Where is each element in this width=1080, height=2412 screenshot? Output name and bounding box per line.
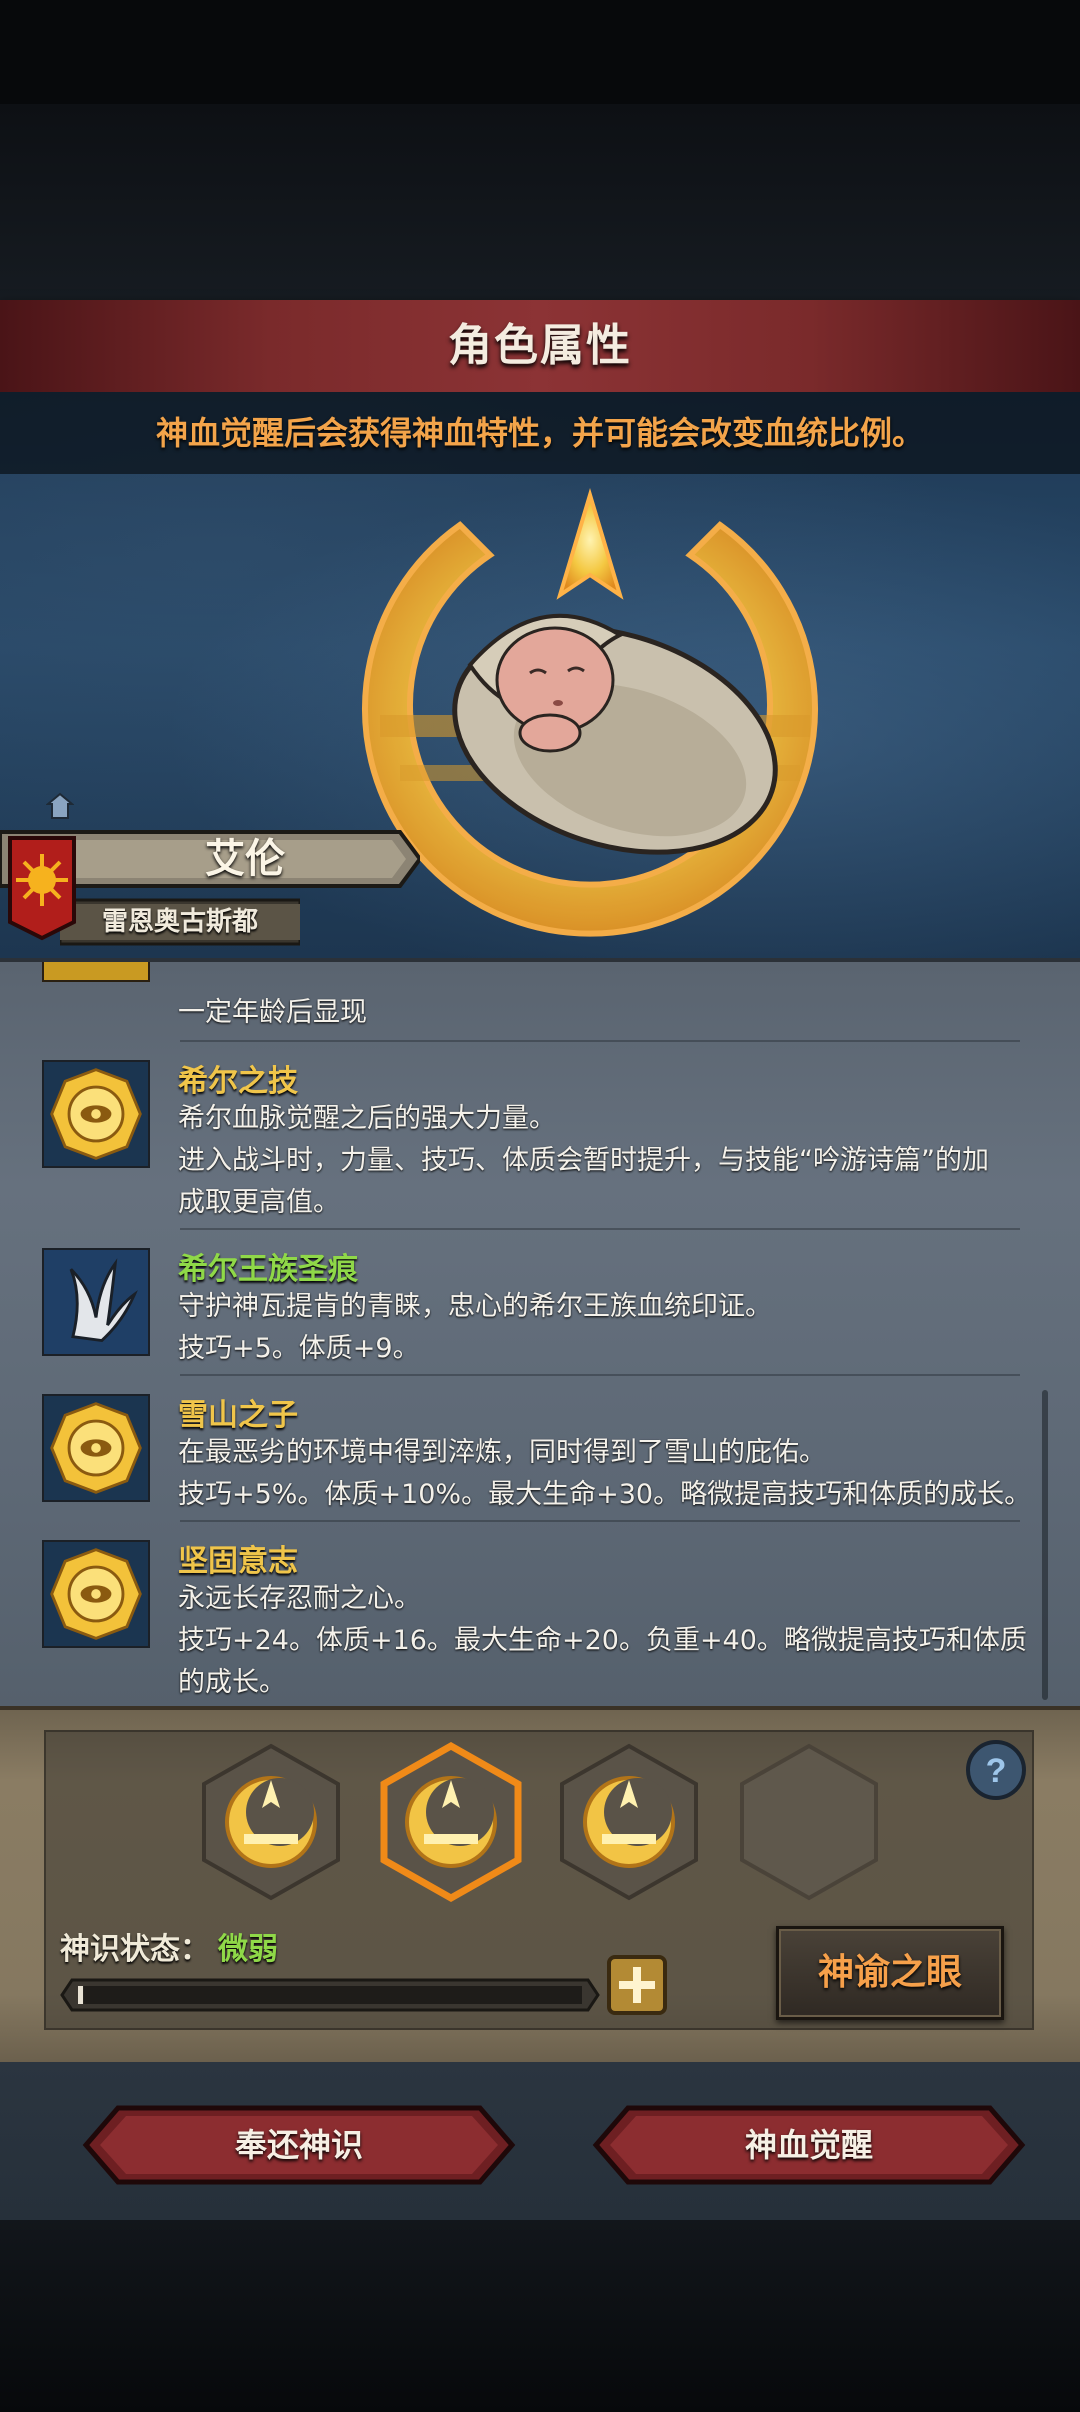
svg-text:?: ? bbox=[986, 1752, 1007, 1790]
trait-title: 雪山之子 bbox=[178, 1398, 298, 1433]
divine-sense-value: 微弱 bbox=[218, 1932, 278, 1967]
trait-desc: 在最恶劣的环境中得到淬炼，同时得到了雪山的庇佑。 技巧+5%。体质+10%。最大… bbox=[178, 1437, 1032, 1510]
character-origin: 雷恩奥古斯都 bbox=[101, 907, 258, 937]
traits-scrollbar[interactable] bbox=[1042, 1390, 1048, 1700]
return-sense-label: 奉还神识 bbox=[234, 2126, 363, 2164]
status-bar-area bbox=[0, 0, 1080, 104]
trait-title: 希尔王族圣痕 bbox=[178, 1252, 358, 1287]
sun-eye-medallion-icon bbox=[42, 1394, 150, 1502]
claw-icon bbox=[42, 1248, 150, 1356]
trait-desc: 一定年龄后显现 bbox=[178, 997, 367, 1028]
divine-slot-1[interactable] bbox=[196, 1742, 346, 1902]
lock-icon bbox=[42, 962, 150, 982]
sun-eye-medallion-icon bbox=[42, 1060, 150, 1168]
divine-slot-3[interactable] bbox=[554, 1742, 704, 1902]
trait-desc: 守护神瓦提肯的青睐，忠心的希尔王族血统印证。 技巧+5。体质+9。 bbox=[178, 1291, 772, 1364]
trait-title: 坚固意志 bbox=[178, 1544, 298, 1579]
blood-awaken-label: 神血觉醒 bbox=[744, 2126, 873, 2164]
crest-banner-icon bbox=[8, 836, 76, 941]
divine-slot-2-selected[interactable] bbox=[376, 1742, 526, 1902]
trait-desc: 希尔血脉觉醒之后的强大力量。 进入战斗时，力量、技巧、体质会暂时提升，与技能“吟… bbox=[178, 1103, 989, 1218]
divine-slot-4-empty[interactable] bbox=[734, 1742, 884, 1902]
awakening-notice: 神血觉醒后会获得神血特性，并可能会改变血统比例。 bbox=[155, 414, 924, 452]
plus-button[interactable] bbox=[606, 1954, 668, 2016]
background-fade bbox=[0, 104, 1080, 300]
traits-list[interactable]: 一定年龄后显现 希尔之技 希尔血脉觉醒之后的强大力量。 进入战斗时，力量、技巧、… bbox=[0, 958, 1080, 1710]
sun-eye-medallion-icon bbox=[42, 1540, 150, 1648]
home-icon[interactable] bbox=[46, 792, 74, 820]
divine-sense-progress bbox=[60, 1978, 600, 2012]
character-name: 艾伦 bbox=[205, 836, 285, 882]
trait-title: 希尔之技 bbox=[178, 1064, 298, 1099]
nav-area bbox=[0, 2220, 1080, 2412]
page-title: 角色属性 bbox=[448, 320, 632, 371]
help-button[interactable]: ? bbox=[964, 1738, 1028, 1802]
baby-portrait bbox=[452, 613, 778, 855]
trait-desc: 永远长存忍耐之心。 技巧+24。体质+16。最大生命+20。负重+40。略微提高… bbox=[178, 1583, 1027, 1698]
divine-sense-label: 神识状态： bbox=[60, 1932, 210, 1967]
oracle-eye-label: 神谕之眼 bbox=[817, 1952, 962, 1993]
